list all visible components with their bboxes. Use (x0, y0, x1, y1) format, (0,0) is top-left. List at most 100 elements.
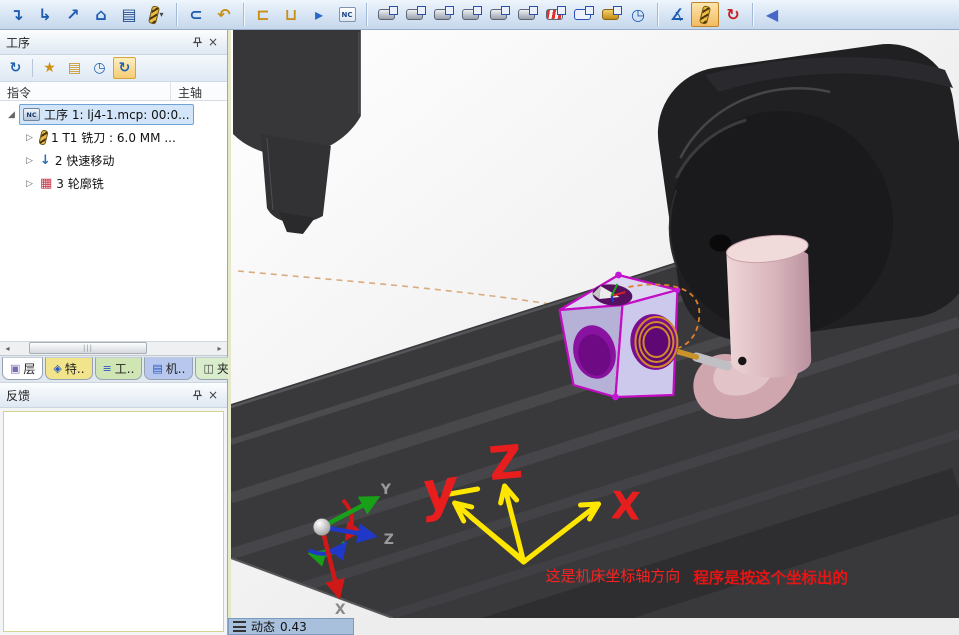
layers-tab-icon: ▣ (10, 362, 21, 375)
stock-flat-icon[interactable] (456, 2, 484, 27)
pocket-mill-icon[interactable]: ⊔ (277, 2, 305, 27)
toolbar-separator (366, 3, 367, 26)
viewport-canvas[interactable]: Y Z X y Z X 这是机床坐标轴方向 程序是按这个坐标出的 (231, 30, 959, 618)
feedback-panel-title: 反馈 (6, 388, 31, 403)
folder-star-icon[interactable]: ★ (38, 57, 61, 79)
scroll-track[interactable]: ||| (15, 342, 212, 355)
zoom-to-tool-icon[interactable]: ↗ (59, 2, 87, 27)
measure-angle-icon[interactable]: ∡ (663, 2, 691, 27)
pocket-rough-icon[interactable]: ⊏ (249, 2, 277, 27)
application-window: ↴ ↳ ↗ ⌂ ▤ ▾ ⊂ ↶ ⊏ ⊔ ▸ NC ◷ ∡ ↻ ◀ 工序 × ↻ ★ ▤ ◷ ↻ 指令 主轴 ◢ NC 工序… (0, 0, 959, 635)
tree-item-label: 1 T1 铣刀 : 6.0 MM ... (51, 131, 176, 145)
tab-features[interactable]: ◈ 特.. (45, 357, 93, 380)
expander-expanded-icon[interactable]: ◢ (4, 110, 19, 120)
dropdown-arrow-icon[interactable]: ▾ (159, 10, 163, 19)
stock-drill-icon[interactable] (512, 2, 540, 27)
left-dock: 工序 × ↻ ★ ▤ ◷ ↻ 指令 主轴 ◢ NC 工序 1: lj4-1.mcp: 00:… (0, 30, 245, 635)
toolbar-separator (176, 3, 177, 26)
close-icon[interactable]: × (205, 34, 221, 50)
dock-tabs: ▣ 层 ◈ 特.. ≡ 工.. ▤ 机.. ◫ 夹.. (0, 356, 245, 383)
tools-tab-icon: ≡ (102, 362, 112, 375)
fixtures-tab-icon: ◫ (203, 362, 214, 375)
material-removal-icon[interactable] (691, 2, 719, 27)
nc-program-icon: NC (23, 108, 40, 121)
tree-item[interactable]: ↓ 2 快速移动 (37, 151, 117, 170)
stock-tray-icon[interactable] (400, 2, 428, 27)
file-cabinet-icon[interactable]: ▤ (115, 2, 143, 27)
deburr-tool-icon[interactable]: ◀ (758, 2, 786, 27)
feedback-panel-content (3, 411, 224, 632)
zoom-home-icon[interactable]: ⌂ (87, 2, 115, 27)
clock-list-icon[interactable]: ◷ (88, 57, 111, 79)
tree-item[interactable]: ▦ 3 轮廓铣 (37, 174, 107, 193)
toolbar-separator (657, 3, 658, 26)
tab-label: 特.. (64, 362, 85, 376)
play-toolpath-icon[interactable]: ▸ (305, 2, 333, 27)
scroll-thumb[interactable]: ||| (29, 342, 147, 354)
pin-icon[interactable] (189, 387, 205, 403)
toolbar-separator (243, 3, 244, 26)
stock-wireframe-icon[interactable] (568, 2, 596, 27)
triad-y-label: Y (380, 482, 392, 498)
stock-collision-icon[interactable] (540, 2, 568, 27)
tab-machine[interactable]: ▤ 机.. (144, 357, 194, 380)
operations-panel-toolbar: ↻ ★ ▤ ◷ ↻ (0, 55, 227, 82)
triad-x-label: X (335, 602, 346, 618)
column-command[interactable]: 指令 (7, 84, 31, 101)
tree-item[interactable]: 1 T1 铣刀 : 6.0 MM ... (37, 128, 179, 147)
tree-item-label: 3 轮廓铣 (56, 177, 104, 191)
plunge-move-icon[interactable]: ↴ (3, 2, 31, 27)
view-mode-label: 动态 (251, 620, 276, 634)
column-divider[interactable] (170, 82, 171, 100)
tree-row[interactable]: ▷ ↓ 2 快速移动 (0, 149, 227, 172)
expander-collapsed-icon[interactable]: ▷ (22, 179, 37, 189)
refresh-icon[interactable]: ↻ (4, 57, 27, 79)
folder-list-icon[interactable]: ▤ (63, 57, 86, 79)
tab-tools[interactable]: ≡ 工.. (94, 357, 143, 380)
close-icon[interactable]: × (205, 387, 221, 403)
step-move-icon[interactable]: ↳ (31, 2, 59, 27)
clamp-icon[interactable]: ⊂ (182, 2, 210, 27)
mill-tool-icon (38, 129, 49, 146)
machine-3d-viewport[interactable]: Y Z X y Z X 这是机床坐标轴方向 程序是按这个坐标出的 (228, 30, 959, 618)
rotary-arm (693, 234, 812, 419)
rapid-move-icon: ↓ (40, 153, 51, 168)
stock-curve-icon[interactable] (428, 2, 456, 27)
status-bar: 动态 0.43 (228, 618, 959, 635)
tree-item[interactable]: NC 工序 1: lj4-1.mcp: 00:0... (19, 104, 194, 125)
triad-z-label: Z (384, 532, 394, 548)
machine-tab-icon: ▤ (152, 362, 163, 375)
tree-hscrollbar: ◂ ||| ▸ (0, 341, 227, 356)
pin-icon[interactable] (189, 34, 205, 50)
main-area: 工序 × ↻ ★ ▤ ◷ ↻ 指令 主轴 ◢ NC 工序 1: lj4-1.mcp: 00:… (0, 30, 959, 635)
main-toolbar: ↴ ↳ ↗ ⌂ ▤ ▾ ⊂ ↶ ⊏ ⊔ ▸ NC ◷ ∡ ↻ ◀ (0, 0, 959, 30)
operations-panel-title: 工序 (6, 35, 31, 50)
tool-select-icon[interactable]: ▾ (143, 2, 171, 27)
toolbar-separator (752, 3, 753, 26)
tree-row[interactable]: ◢ NC 工序 1: lj4-1.mcp: 00:0... (0, 103, 227, 126)
expander-collapsed-icon[interactable]: ▷ (22, 133, 37, 143)
contour-mill-icon: ▦ (40, 176, 53, 191)
swivel-tool-icon[interactable]: ↶ (210, 2, 238, 27)
tree-row[interactable]: ▷ ▦ 3 轮廓铣 (0, 172, 227, 195)
sync-icon[interactable]: ↻ (113, 57, 136, 79)
operations-panel-titlebar: 工序 × (0, 30, 227, 55)
scroll-left-icon[interactable]: ◂ (0, 342, 15, 355)
tab-label: 机.. (165, 362, 186, 376)
stock-auto-icon[interactable] (596, 2, 624, 27)
column-spindle[interactable]: 主轴 (178, 84, 202, 101)
expander-collapsed-icon[interactable]: ▷ (22, 156, 37, 166)
nc-program-icon[interactable]: NC (333, 2, 361, 27)
operations-tree: ◢ NC 工序 1: lj4-1.mcp: 00:0... ▷ 1 T1 铣刀 : 6.… (0, 101, 227, 341)
stock-cube-icon[interactable] (484, 2, 512, 27)
time-estimate-icon[interactable]: ◷ (624, 2, 652, 27)
scroll-right-icon[interactable]: ▸ (212, 342, 227, 355)
view-mode-chip[interactable]: 动态 0.43 (228, 618, 354, 635)
ink-note-right: 程序是按这个坐标出的 (693, 568, 848, 587)
features-tab-icon: ◈ (53, 362, 62, 375)
tab-layers[interactable]: ▣ 层 (2, 357, 44, 380)
stock-block-icon[interactable] (372, 2, 400, 27)
tree-row[interactable]: ▷ 1 T1 铣刀 : 6.0 MM ... (0, 126, 227, 149)
rotate-view-icon[interactable]: ↻ (719, 2, 747, 27)
tree-column-headers: 指令 主轴 (0, 82, 227, 101)
